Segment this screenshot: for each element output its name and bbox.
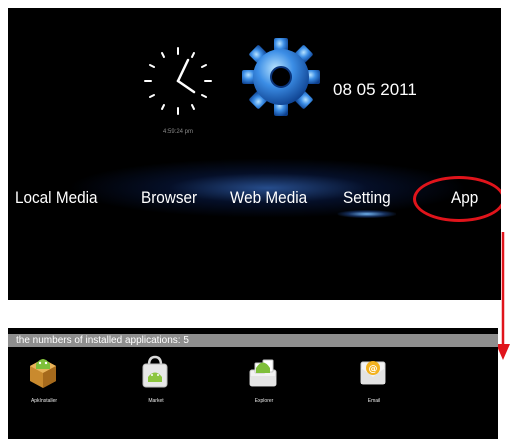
- clock-icon: [144, 47, 212, 115]
- arrow-down-icon: [496, 232, 510, 360]
- apk-installer-icon: [30, 359, 56, 388]
- menu-item-local-media[interactable]: Local Media: [15, 188, 98, 208]
- gear-icon: [238, 34, 324, 120]
- explorer-icon: [249, 359, 277, 387]
- menu-item-web-media[interactable]: Web Media: [230, 188, 307, 208]
- email-icon: @: [360, 361, 386, 385]
- menu-item-setting[interactable]: Setting: [337, 188, 396, 218]
- market-icon: [142, 355, 168, 388]
- media-home-screen: 4:59:24 pm 08 05 2011 Local Media Browse…: [8, 8, 501, 300]
- apps-count-header: the numbers of installed applications: 5: [8, 334, 498, 347]
- clock-time-text: 4:59:24 pm: [162, 129, 194, 135]
- app-tile-email[interactable]: @ Email: [346, 355, 406, 415]
- analog-clock: 4:59:24 pm: [128, 36, 228, 146]
- app-label-market: Market: [148, 398, 164, 404]
- apps-screen: the numbers of installed applications: 5…: [8, 328, 498, 439]
- app-label-explorer: Explorer: [254, 398, 274, 404]
- app-tile-market[interactable]: Market: [128, 355, 188, 415]
- app-label-email: Email: [367, 398, 381, 404]
- menu-item-browser[interactable]: Browser: [141, 188, 197, 208]
- app-tile-explorer[interactable]: Explorer: [236, 355, 296, 415]
- app-tile-apkinstaller[interactable]: ApkInstaller: [16, 355, 76, 415]
- app-highlight-ellipse: [413, 176, 501, 222]
- app-label-apkinstaller: ApkInstaller: [30, 398, 58, 404]
- svg-text:@: @: [369, 365, 378, 375]
- date-text: 08 05 2011: [333, 80, 417, 99]
